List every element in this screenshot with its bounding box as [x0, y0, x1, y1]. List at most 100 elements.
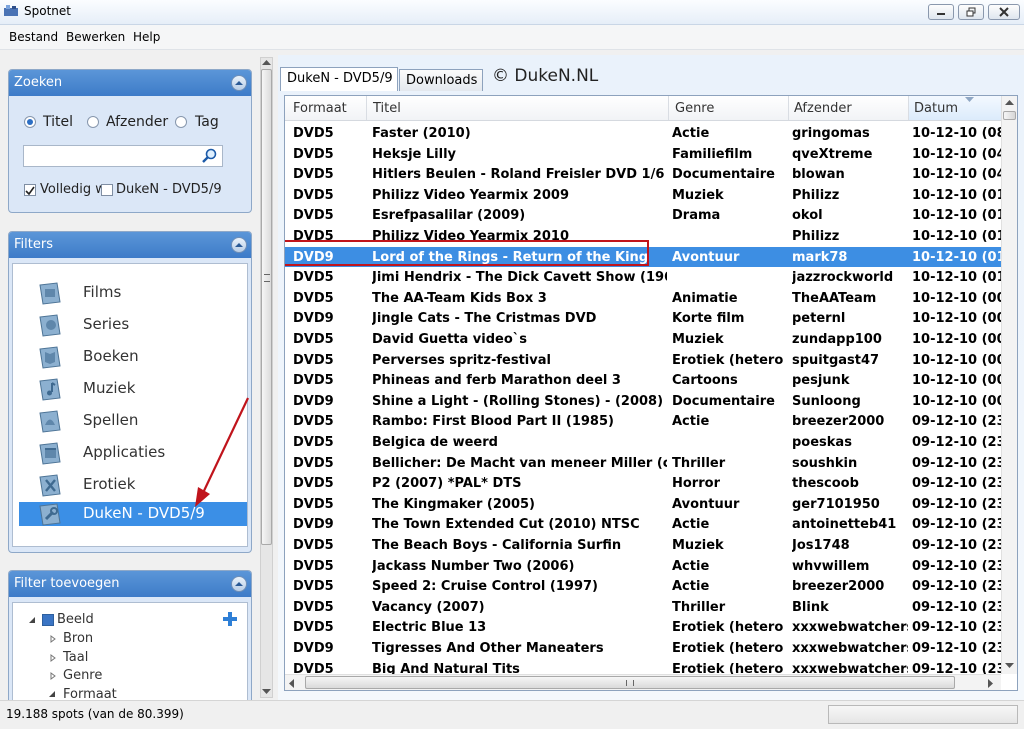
table-row[interactable]: DVD9 The Town Extended Cut (2010) NTSC Act… — [285, 514, 1001, 535]
search-icon[interactable] — [201, 148, 217, 164]
table-row[interactable]: DVD9 Tigresses And Other Maneaters Erotiek… — [285, 638, 1001, 659]
table-row[interactable]: DVD5 Philizz Video Yearmix 2009 Muziek Phil… — [285, 185, 1001, 206]
panel-splitter[interactable] — [258, 55, 276, 700]
menu-bewerken[interactable]: Bewerken — [66, 30, 125, 44]
table-row[interactable]: DVD5 David Guetta video`s Muziek zundapp100… — [285, 329, 1001, 350]
cell-titel: Jimi Hendrix - The Dick Cavett Show (196… — [372, 270, 667, 286]
minimize-button[interactable] — [928, 4, 954, 20]
scroll-left-icon[interactable] — [289, 679, 295, 688]
grip-icon — [264, 274, 270, 282]
tree-expanded-icon[interactable] — [48, 690, 56, 698]
search-input[interactable] — [23, 145, 223, 167]
radio-tag[interactable] — [175, 116, 187, 128]
filter-item-series[interactable]: Series — [19, 310, 247, 340]
cell-titel: Faster (2010) — [372, 126, 471, 141]
tree-item-formaat[interactable]: Formaat — [63, 687, 117, 701]
table-row[interactable]: DVD5 Electric Blue 13 Erotiek (hetero) xxxw… — [285, 617, 1001, 638]
cell-titel: Rambo: First Blood Part II (1985) — [372, 414, 614, 430]
filter-item-films[interactable]: Films — [19, 278, 247, 308]
cell-genre: Muziek — [672, 332, 724, 347]
close-button[interactable] — [988, 4, 1020, 20]
scroll-up-icon[interactable] — [262, 59, 271, 66]
cell-titel: Phineas and ferb Marathon deel 3 — [372, 373, 621, 389]
tab-downloads[interactable]: Downloads — [399, 69, 483, 91]
watermark: © DukeN.NL — [492, 66, 599, 86]
column-header-genre[interactable]: Genre — [675, 101, 714, 116]
table-row[interactable]: DVD5 Hitlers Beulen - Roland Freisler DVD… — [285, 164, 1001, 185]
radio-titel[interactable] — [24, 116, 36, 128]
menu-bestand[interactable]: Bestand — [9, 30, 58, 44]
cell-genre: Documentaire — [672, 393, 775, 409]
add-filter-icon[interactable] — [222, 611, 238, 627]
table-row[interactable]: DVD5 Jimi Hendrix - The Dick Cavett Show … — [285, 267, 1001, 288]
volledig-woord-checkbox[interactable] — [24, 184, 36, 196]
book-icon — [39, 346, 61, 369]
column-header-datum[interactable]: Datum — [914, 101, 958, 116]
filters-panel-collapse-button[interactable] — [231, 237, 247, 253]
table-row[interactable]: DVD9 Shine a Light - (Rolling Stones) - (… — [285, 391, 1001, 412]
tab-duken-dvd59[interactable]: DukeN - DVD5/9 — [280, 67, 398, 91]
column-header-afzender[interactable]: Afzender — [794, 101, 852, 116]
table-row[interactable]: DVD5 Heksje Lilly Familiefilm qveXtreme 10-1… — [285, 144, 1001, 165]
table-body: DVD5 Faster (2010) Actie gringomas 10-12-10 … — [285, 123, 1001, 674]
table-row[interactable]: DVD5 Belgica de weerd poeskas 09-12-10 (23: — [285, 432, 1001, 453]
tree-collapsed-icon[interactable] — [50, 635, 56, 643]
tree-expanded-icon[interactable] — [28, 616, 36, 624]
table-row[interactable]: DVD5 Bellicher: De Macht van meneer Mille… — [285, 453, 1001, 474]
radio-afzender[interactable] — [87, 116, 99, 128]
table-horizontal-scrollbar[interactable] — [285, 674, 1001, 690]
table-row[interactable]: DVD5 Big And Natural Tits Erotiek (hetero)… — [285, 659, 1001, 674]
table-row[interactable]: DVD5 Speed 2: Cruise Control (1997) Actie b… — [285, 576, 1001, 597]
add-filter-panel-collapse-button[interactable] — [231, 576, 247, 592]
table-row[interactable]: DVD5 The AA-Team Kids Box 3 Animatie TheAAT… — [285, 288, 1001, 309]
cell-formaat: DVD5 — [293, 290, 334, 306]
cell-datum: 09-12-10 (23: — [912, 517, 1001, 533]
cell-titel: Jingle Cats - The Cristmas DVD — [372, 311, 597, 327]
table-row[interactable]: DVD5 Perverses spritz-festival Erotiek (he… — [285, 350, 1001, 371]
cell-afzender: poeskas — [792, 435, 852, 450]
table-row[interactable]: DVD5 Esrefpasalilar (2009) Drama okol 10-12-… — [285, 205, 1001, 226]
left-scrollbar-thumb[interactable] — [261, 69, 272, 545]
table-row[interactable]: DVD5 Faster (2010) Actie gringomas 10-12-10 … — [285, 123, 1001, 144]
table-row[interactable]: DVD5 Phineas and ferb Marathon deel 3 Cart… — [285, 370, 1001, 391]
cell-afzender: spuitgast47 — [792, 352, 880, 368]
cell-formaat: DVD5 — [293, 661, 334, 674]
table-row[interactable]: DVD5 Jackass Number Two (2006) Actie whvwil… — [285, 556, 1001, 577]
beeld-checkbox[interactable] — [42, 614, 54, 626]
cell-datum: 10-12-10 (04: — [912, 146, 1001, 162]
menu-help[interactable]: Help — [133, 30, 160, 44]
table-row[interactable]: DVD5 Rambo: First Blood Part II (1985) Act… — [285, 411, 1001, 432]
filter-item-boeken[interactable]: Boeken — [19, 342, 247, 372]
cell-datum: 10-12-10 (01: — [912, 187, 1001, 203]
scroll-down-icon[interactable] — [262, 688, 271, 695]
maximize-button[interactable] — [958, 4, 984, 20]
filter-label: Spellen — [83, 411, 139, 429]
cell-genre: Erotiek (hetero) — [672, 620, 784, 636]
table-scrollbar-thumb[interactable] — [1003, 111, 1016, 120]
cell-afzender: soushkin — [792, 455, 858, 471]
radio-afzender-label: Afzender — [106, 114, 169, 130]
overlap-checkbox[interactable] — [101, 184, 113, 196]
search-panel-collapse-button[interactable] — [231, 75, 247, 91]
table-row[interactable]: DVD5 The Beach Boys - California Surfin Mu… — [285, 535, 1001, 556]
cell-datum: 09-12-10 (23: — [912, 496, 1001, 512]
tree-item-beeld[interactable]: Beeld — [57, 612, 94, 627]
tree-item-bron[interactable]: Bron — [63, 631, 93, 646]
cell-genre: Actie — [672, 517, 710, 533]
table-row[interactable]: DVD5 P2 (2007) *PAL* DTS Horror thescoob 09-… — [285, 473, 1001, 494]
column-header-formaat[interactable]: Formaat — [293, 101, 347, 116]
scroll-down-icon[interactable] — [1005, 662, 1014, 668]
scroll-up-icon[interactable] — [1005, 100, 1014, 106]
tree-collapsed-icon[interactable] — [50, 654, 56, 662]
table-vertical-scrollbar[interactable] — [1001, 96, 1017, 674]
scroll-right-icon[interactable] — [987, 679, 993, 688]
tree-item-taal[interactable]: Taal — [63, 650, 88, 665]
table-row[interactable]: DVD5 The Kingmaker (2005) Avontuur ger71019… — [285, 494, 1001, 515]
tree-collapsed-icon[interactable] — [50, 672, 56, 680]
table-row[interactable]: DVD9 Jingle Cats - The Cristmas DVD Korte … — [285, 308, 1001, 329]
tree-item-genre[interactable]: Genre — [63, 668, 102, 683]
table-hscroll-thumb[interactable] — [305, 676, 955, 689]
cell-genre: Muziek — [672, 538, 724, 553]
table-row[interactable]: DVD5 Vacancy (2007) Thriller Blink 09-12-10 … — [285, 597, 1001, 618]
column-header-titel[interactable]: Titel — [373, 101, 401, 116]
